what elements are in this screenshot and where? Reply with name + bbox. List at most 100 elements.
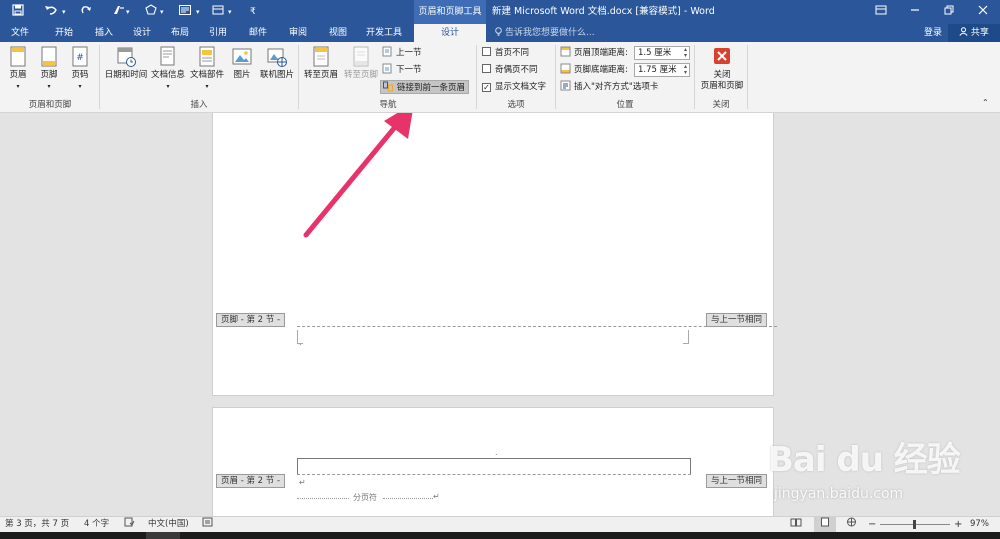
print-layout-view-icon[interactable] — [814, 517, 836, 532]
close-window-icon[interactable] — [968, 0, 998, 24]
tab-file[interactable]: 文件 — [0, 24, 40, 42]
different-first-page-label: 首页不同 — [495, 48, 530, 58]
share-button[interactable]: 共享 — [948, 24, 1000, 42]
footer-bottom-distance-text: 页脚底端距离: — [574, 65, 628, 75]
status-bar: 第 3 页，共 7 页 4 个字 中文(中国) − + 97% — [0, 516, 1000, 532]
tab-design[interactable]: 设计 — [124, 24, 160, 42]
document-info-button[interactable]: 文档信息 ▾ — [150, 46, 186, 92]
document-parts-button[interactable]: 文档部件 ▾ — [188, 46, 226, 92]
svg-text:#: # — [76, 53, 84, 63]
online-picture-button[interactable]: 联机图片 — [258, 46, 296, 81]
header-same-as-previous-tag: 与上一节相同 — [706, 474, 768, 488]
sign-in-link[interactable]: 登录 — [924, 24, 942, 42]
footer-bottom-distance-input[interactable]: 1.75 厘米 ▴ ▾ — [634, 63, 690, 77]
link-to-previous-button[interactable]: 链接到前一条页眉 — [380, 80, 470, 94]
tab-header-footer-design[interactable]: 设计 — [414, 24, 486, 42]
different-odd-even-checkbox[interactable] — [482, 64, 491, 73]
online-picture-label: 联机图片 — [259, 70, 294, 80]
online-picture-icon — [267, 48, 287, 67]
header-top-distance-label: 页眉顶端距离: — [560, 46, 628, 60]
proofing-icon[interactable] — [124, 517, 135, 533]
format-painter-icon[interactable] — [112, 4, 126, 20]
minimize-icon[interactable] — [900, 0, 930, 24]
spinner-arrows-icon[interactable]: ▴ ▾ — [684, 64, 687, 76]
footer-section-tag: 页脚 - 第 2 节 - — [216, 313, 286, 327]
lightbulb-icon — [495, 27, 502, 36]
macro-record-icon[interactable] — [202, 517, 213, 533]
print-layout-dropdown-icon[interactable]: ▾ — [196, 4, 200, 20]
picture-button[interactable]: 图片 — [230, 46, 254, 81]
web-layout-icon[interactable] — [846, 517, 857, 533]
tab-insert[interactable]: 插入 — [86, 24, 122, 42]
redo-icon[interactable] — [80, 4, 92, 20]
different-first-page-checkbox[interactable] — [482, 47, 491, 56]
goto-footer-button[interactable]: 转至页脚 — [342, 46, 380, 81]
tab-mailings[interactable]: 邮件 — [240, 24, 276, 42]
footer-button[interactable]: 页脚 ▾ — [36, 46, 62, 92]
language-status[interactable]: 中文(中国) — [148, 517, 189, 532]
date-time-button[interactable]: 日期和时间 — [102, 46, 150, 81]
footer-label: 页脚 — [40, 70, 58, 80]
watermark-url: jingyan.baidu.com — [774, 486, 904, 502]
save-icon[interactable] — [12, 4, 24, 20]
page-number-button[interactable]: # 页码 ▾ — [68, 46, 92, 92]
read-mode-icon[interactable] — [790, 517, 802, 533]
collapse-ribbon-icon[interactable]: ⌃ — [982, 96, 989, 110]
page[interactable]: . ↵ 分页符 ↵ — [212, 407, 774, 516]
format-painter-dropdown-icon[interactable]: ▾ — [126, 4, 130, 20]
zoom-slider-thumb[interactable] — [912, 520, 916, 529]
group-label-navigation: 导航 — [379, 100, 397, 110]
header-button[interactable]: 页眉 ▾ — [6, 46, 30, 92]
toolbar-icon[interactable] — [212, 4, 224, 20]
footer-same-as-previous-tag: 与上一节相同 — [706, 313, 768, 327]
header-top-distance-input[interactable]: 1.5 厘米 ▴ ▾ — [634, 46, 690, 60]
next-section-label: 下一节 — [396, 65, 422, 75]
page-count-status[interactable]: 第 3 页，共 7 页 — [5, 517, 69, 532]
toolbar-dropdown-icon[interactable]: ▾ — [228, 4, 232, 20]
zoom-level[interactable]: 97% — [970, 517, 989, 532]
insert-alignment-tab-button[interactable]: 插入"对齐方式"选项卡 — [560, 80, 658, 94]
shape-icon[interactable] — [144, 4, 158, 20]
word-count-status[interactable]: 4 个字 — [84, 517, 109, 532]
show-document-text-checkbox[interactable]: ✓ — [482, 83, 491, 92]
previous-section-icon — [382, 46, 392, 57]
tab-view[interactable]: 视图 — [320, 24, 356, 42]
undo-dropdown-icon[interactable]: ▾ — [62, 4, 66, 20]
page-number-label: 页码 — [71, 70, 89, 80]
option-different-first-page[interactable]: 首页不同 — [482, 46, 529, 60]
header-section-tag: 页眉 - 第 2 节 - — [216, 474, 286, 488]
restore-icon[interactable] — [934, 0, 964, 24]
calendar-clock-icon — [117, 47, 136, 67]
page-break-line — [297, 498, 349, 499]
zoom-in-icon[interactable]: + — [954, 517, 962, 532]
paragraph-mark: . — [495, 448, 498, 457]
picture-label: 图片 — [233, 70, 251, 80]
taskbar-app-item[interactable] — [146, 532, 180, 539]
spinner-arrows-icon[interactable]: ▴ ▾ — [684, 47, 687, 59]
option-different-odd-even[interactable]: 奇偶页不同 — [482, 63, 538, 77]
margin-corner-mark — [683, 330, 689, 344]
next-section-button[interactable]: 下一节 — [382, 63, 422, 77]
ribbon-display-options-icon[interactable] — [866, 0, 896, 24]
share-label: 共享 — [970, 28, 989, 38]
option-show-document-text[interactable]: ✓ 显示文档文字 — [482, 80, 546, 94]
tell-me-box[interactable]: 告诉我您想要做什么... — [494, 24, 595, 42]
group-separator — [747, 45, 748, 109]
previous-section-button[interactable]: 上一节 — [382, 46, 422, 60]
tab-developer[interactable]: 开发工具 — [358, 24, 410, 42]
show-document-text-label: 显示文档文字 — [495, 82, 547, 92]
tab-review[interactable]: 审阅 — [280, 24, 316, 42]
goto-header-button[interactable]: 转至页眉 — [302, 46, 340, 81]
tab-layout[interactable]: 布局 — [162, 24, 198, 42]
header-distance-icon — [560, 46, 571, 57]
print-layout-icon[interactable] — [178, 4, 192, 20]
tab-references[interactable]: 引用 — [200, 24, 236, 42]
undo-icon[interactable] — [44, 4, 58, 20]
zoom-out-icon[interactable]: − — [868, 517, 876, 532]
customize-quick-access-icon[interactable]: ₹ — [250, 4, 256, 20]
tab-home[interactable]: 开始 — [46, 24, 82, 42]
header-text-box[interactable] — [297, 458, 691, 474]
different-odd-even-label: 奇偶页不同 — [495, 65, 538, 75]
close-header-footer-button[interactable]: 关闭 页眉和页脚 — [698, 46, 746, 92]
shape-dropdown-icon[interactable]: ▾ — [160, 4, 164, 20]
